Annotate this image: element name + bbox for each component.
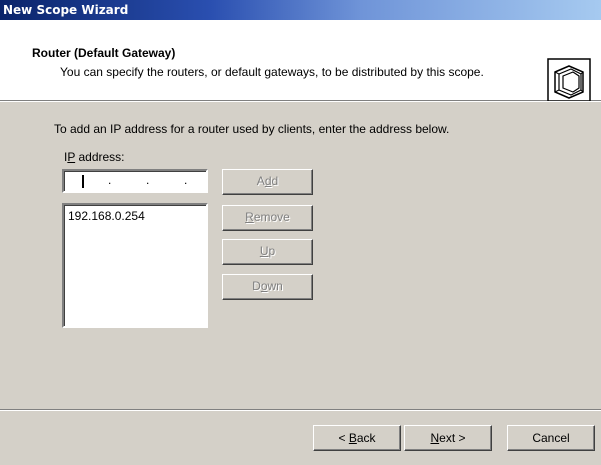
page-title: Router (Default Gateway)	[32, 46, 176, 60]
wizard-header: Router (Default Gateway) You can specify…	[0, 20, 601, 102]
window-title: New Scope Wizard	[3, 3, 129, 17]
text-caret	[82, 175, 84, 188]
down-button[interactable]: Down	[222, 274, 313, 300]
header-divider	[0, 101, 601, 102]
remove-button[interactable]: Remove	[222, 205, 313, 231]
ip-address-input[interactable]: ...	[62, 169, 208, 193]
up-button[interactable]: Up	[222, 239, 313, 265]
footer-divider-highlight	[0, 410, 601, 411]
add-button[interactable]: Add	[222, 169, 313, 195]
page-subtitle: You can specify the routers, or default …	[60, 65, 484, 79]
title-bar[interactable]: New Scope Wizard	[0, 0, 601, 20]
next-button[interactable]: Next >	[404, 425, 492, 451]
ip-octet-separators: ...	[108, 173, 188, 187]
ip-address-list[interactable]: 192.168.0.254	[62, 203, 208, 328]
instruction-text: To add an IP address for a router used b…	[54, 122, 450, 136]
wizard-pages-icon	[547, 58, 591, 102]
cancel-button[interactable]: Cancel	[507, 425, 595, 451]
list-item[interactable]: 192.168.0.254	[68, 209, 145, 223]
ip-address-label: IP address:	[64, 150, 125, 164]
back-button[interactable]: < Back	[313, 425, 401, 451]
